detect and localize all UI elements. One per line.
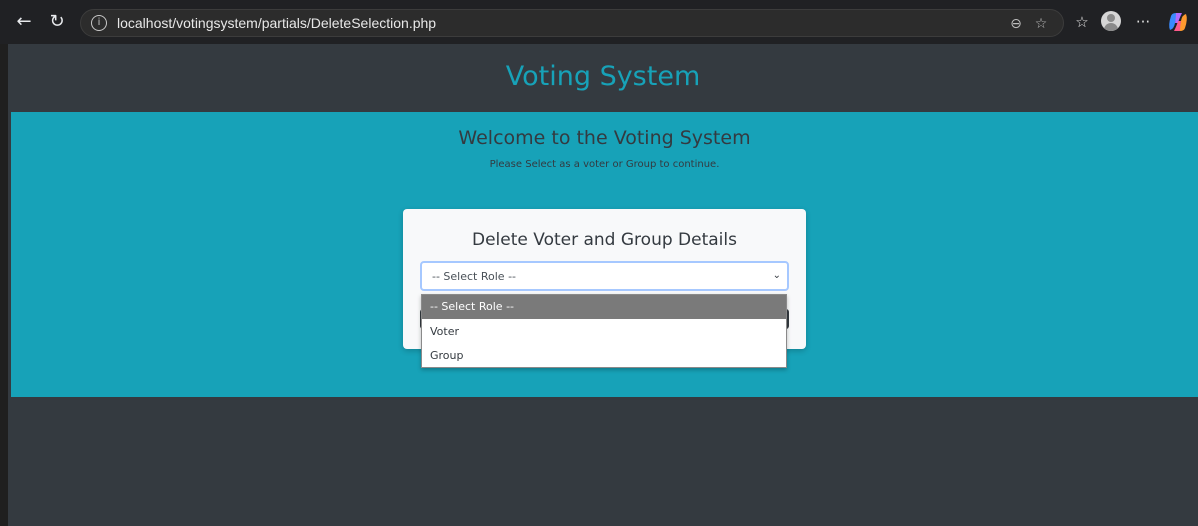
site-header: Voting System [8, 44, 1198, 112]
welcome-heading: Welcome to the Voting System [458, 127, 751, 149]
favorite-star-icon[interactable]: ☆ [1032, 15, 1050, 33]
site-title: Voting System [505, 61, 701, 92]
card-title: Delete Voter and Group Details [472, 230, 737, 250]
url-text[interactable]: localhost/votingsystem/partials/DeleteSe… [117, 15, 436, 32]
favorites-list-icon[interactable]: ☆ [1072, 12, 1092, 32]
address-bar[interactable]: i localhost/votingsystem/partials/Delete… [80, 9, 1064, 37]
copilot-icon[interactable] [1167, 11, 1189, 33]
browser-toolbar: ← ↻ i localhost/votingsystem/partials/De… [0, 0, 1198, 44]
chevron-down-icon: ⌄ [772, 270, 781, 281]
back-arrow-icon[interactable]: ← [14, 12, 34, 32]
welcome-subtitle: Please Select as a voter or Group to con… [489, 159, 720, 170]
role-option[interactable]: Voter [422, 320, 786, 344]
profile-avatar-icon[interactable] [1101, 11, 1121, 31]
more-menu-icon[interactable]: ··· [1132, 12, 1154, 32]
role-options-list: -- Select Role -- Voter Group [421, 294, 787, 368]
zoom-icon[interactable]: ⊖ [1007, 15, 1025, 33]
role-option[interactable]: -- Select Role -- [422, 295, 786, 319]
role-select-value: -- Select Role -- [432, 270, 517, 283]
role-select[interactable]: -- Select Role -- ⌄ [420, 261, 789, 291]
role-option[interactable]: Group [422, 344, 786, 368]
page-body: Voting System Welcome to the Voting Syst… [8, 44, 1198, 526]
refresh-icon[interactable]: ↻ [47, 12, 67, 32]
site-info-icon[interactable]: i [91, 15, 107, 31]
